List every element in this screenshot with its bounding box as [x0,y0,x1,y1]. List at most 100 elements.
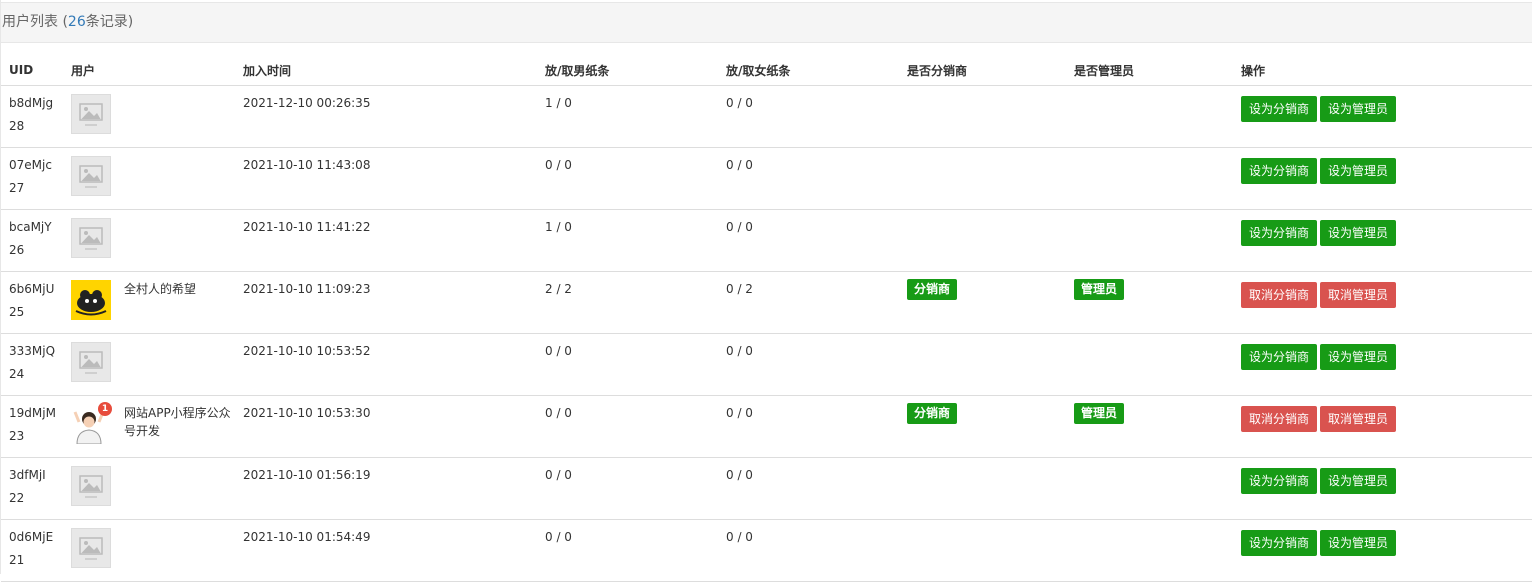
avatar-placeholder [71,466,111,506]
actions-cell: 设为分销商 设为管理员 [1233,85,1532,148]
distributor-cell [899,519,1066,582]
admin-toggle-button[interactable]: 设为管理员 [1320,158,1397,184]
admin-cell: 管理员 [1066,271,1233,334]
avatar-placeholder [71,218,111,258]
uid-cell: 3dfMjI 22 [1,457,63,520]
uid-code: 0d6MjE [9,530,54,544]
admin-cell [1066,519,1233,582]
column-header-admin: 是否管理员 [1066,55,1233,86]
actions-cell: 设为分销商 设为管理员 [1233,519,1532,582]
admin-toggle-button[interactable]: 设为管理员 [1320,220,1397,246]
uid-cell: bcaMjY 26 [1,209,63,272]
image-placeholder-icon [79,165,103,188]
actions-cell: 取消分销商 取消管理员 [1233,395,1532,458]
joined-time: 2021-10-10 11:41:22 [235,209,537,272]
uid-number: 25 [9,305,25,319]
uid-code: 07eMjc [9,158,52,172]
uid-code: 333MjQ [9,344,56,358]
admin-toggle-button[interactable]: 取消管理员 [1320,406,1397,432]
admin-toggle-button[interactable]: 取消管理员 [1320,282,1397,308]
column-header-joined: 加入时间 [235,55,537,86]
male-notes: 2 / 2 [537,271,718,334]
male-notes: 0 / 0 [537,519,718,582]
table-row: 333MjQ 24 2021-10-10 10:53:52 0 / 0 0 / … [1,333,1532,396]
distributor-badge: 分销商 [907,403,958,424]
admin-toggle-button[interactable]: 设为管理员 [1320,96,1397,122]
image-placeholder-icon [79,103,103,126]
user-cell [63,85,235,148]
avatar-placeholder [71,94,111,134]
user-cell [63,333,235,396]
user-table: UID 用户 加入时间 放/取男纸条 放/取女纸条 是否分销商 是否管理员 操作… [1,55,1532,582]
distributor-cell: 分销商 [899,271,1066,334]
distributor-toggle-button[interactable]: 设为分销商 [1241,344,1318,370]
user-cell: 1 网站APP小程序公众号开发 [63,395,235,458]
admin-toggle-button[interactable]: 设为管理员 [1320,344,1397,370]
admin-toggle-button[interactable]: 设为管理员 [1320,530,1397,556]
actions-cell: 取消分销商 取消管理员 [1233,271,1532,334]
actions-cell: 设为分销商 设为管理员 [1233,147,1532,210]
avatar-placeholder [71,156,111,196]
user-nickname: 网站APP小程序公众号开发 [124,406,231,438]
table-row: 6b6MjU 25 全村人的希望 2021-10-10 11:09:23 2 /… [1,271,1532,334]
female-notes: 0 / 0 [718,147,899,210]
distributor-badge: 分销商 [907,279,958,300]
female-notes: 0 / 0 [718,395,899,458]
avatar-placeholder [71,342,111,382]
image-placeholder-icon [79,351,103,374]
joined-time: 2021-10-10 01:56:19 [235,457,537,520]
distributor-toggle-button[interactable]: 设为分销商 [1241,468,1318,494]
male-notes: 0 / 0 [537,333,718,396]
distributor-toggle-button[interactable]: 取消分销商 [1241,406,1318,432]
female-notes: 0 / 0 [718,457,899,520]
user-cell [63,209,235,272]
distributor-toggle-button[interactable]: 设为分销商 [1241,158,1318,184]
distributor-toggle-button[interactable]: 设为分销商 [1241,96,1318,122]
admin-badge: 管理员 [1074,403,1125,424]
distributor-toggle-button[interactable]: 设为分销商 [1241,220,1318,246]
admin-badge: 管理员 [1074,279,1125,300]
uid-number: 24 [9,367,25,381]
admin-cell: 管理员 [1066,395,1233,458]
table-row: 07eMjc 27 2021-10-10 11:43:08 0 / 0 0 / … [1,147,1532,210]
female-notes: 0 / 2 [718,271,899,334]
user-list-panel: 用户列表 (26条记录) UID 用户 加入时间 放/取男纸条 放/取女纸条 是… [0,0,1532,582]
female-notes: 0 / 0 [718,333,899,396]
joined-time: 2021-10-10 11:43:08 [235,147,537,210]
male-notes: 1 / 0 [537,209,718,272]
male-notes: 0 / 0 [537,457,718,520]
joined-time: 2021-10-10 10:53:30 [235,395,537,458]
user-cell [63,519,235,582]
uid-number: 26 [9,243,25,257]
joined-time: 2021-12-10 00:26:35 [235,85,537,148]
page-title: 用户列表 [2,14,58,30]
table-row: 0d6MjE 21 2021-10-10 01:54:49 0 / 0 0 / … [1,519,1532,582]
user-cell: 全村人的希望 [63,271,235,334]
uid-cell: 19dMjM 23 [1,395,63,458]
column-header-uid: UID [1,55,63,86]
avatar: 1 [71,402,112,445]
uid-code: 3dfMjI [9,468,46,482]
user-nickname: 全村人的希望 [124,282,197,296]
user-cell [63,457,235,520]
female-notes: 0 / 0 [718,85,899,148]
admin-cell [1066,333,1233,396]
joined-time: 2021-10-10 10:53:52 [235,333,537,396]
uid-code: 6b6MjU [9,282,55,296]
admin-cell [1066,457,1233,520]
admin-toggle-button[interactable]: 设为管理员 [1320,468,1397,494]
distributor-toggle-button[interactable]: 设为分销商 [1241,530,1318,556]
uid-cell: 0d6MjE 21 [1,519,63,582]
male-notes: 0 / 0 [537,147,718,210]
distributor-cell [899,85,1066,148]
distributor-toggle-button[interactable]: 取消分销商 [1241,282,1318,308]
uid-number: 27 [9,181,25,195]
table-body: b8dMjg 28 2021-12-10 00:26:35 1 / 0 0 / … [1,85,1532,582]
actions-cell: 设为分销商 设为管理员 [1233,209,1532,272]
male-notes: 1 / 0 [537,85,718,148]
distributor-cell [899,209,1066,272]
distributor-cell [899,147,1066,210]
column-header-actions: 操作 [1233,55,1532,86]
uid-code: 19dMjM [9,406,56,420]
panel-heading: 用户列表 (26条记录) [1,2,1532,43]
